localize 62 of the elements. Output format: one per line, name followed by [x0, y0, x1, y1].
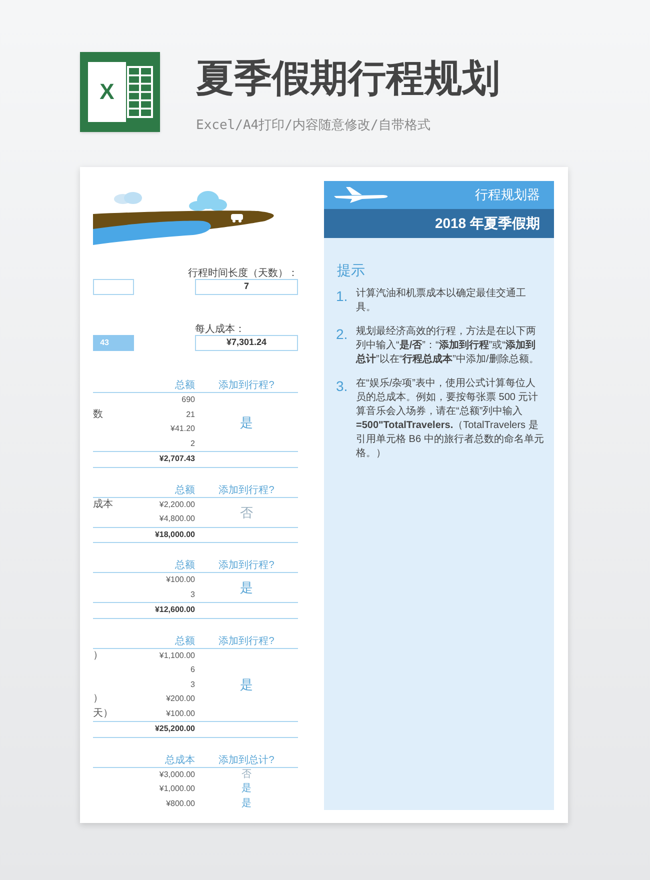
app-title: 行程规划器: [475, 186, 540, 204]
row-value: ¥2,200.00: [159, 500, 195, 509]
row-value: ¥800.00: [166, 800, 195, 808]
field-value: 43: [100, 339, 109, 347]
side-field[interactable]: [93, 279, 134, 295]
row-value: 6: [190, 666, 195, 674]
column-header: 添加到行程?: [218, 486, 274, 496]
total-value: ¥2,707.43: [159, 455, 195, 464]
row-value: ¥1,100.00: [159, 652, 195, 660]
total-value: ¥25,200.00: [154, 725, 195, 734]
row-value: 2: [190, 440, 195, 448]
decision-value[interactable]: 是: [240, 678, 253, 692]
column-header: 添加到总计?: [218, 756, 274, 766]
trip-title: 2018 年夏季假期: [434, 214, 540, 233]
row-value: ¥4,800.00: [159, 515, 195, 524]
decision-value[interactable]: 否: [240, 506, 253, 518]
tip-text: 在“娱乐/杂项”表中，使用公式计算每位人员的总成本。例如，要按每张票 500 元计算音乐会入场券，请在“总额”列中输入 =500"TotalTravelers.（TotalTravelers 是引用单元格 B6 中的旅行者总数的命名单元格。）: [356, 377, 544, 461]
row-label: ）: [93, 650, 103, 661]
row-label: ）: [93, 693, 103, 704]
column-header: 总额: [175, 486, 195, 496]
decision-value[interactable]: 是: [242, 798, 252, 809]
row-value: ¥41.20: [170, 425, 195, 434]
side-field[interactable]: 43: [93, 335, 134, 351]
tip-text: 计算汽油和机票成本以确定最佳交通工具。: [356, 287, 527, 315]
logo-letter: X: [88, 62, 126, 122]
tip-number: 2.: [336, 327, 349, 344]
column-header: 添加到行程?: [218, 636, 274, 648]
grid-icon: [127, 66, 153, 118]
field-label: 行程时间长度（天数）：: [188, 269, 298, 279]
row-label: 成本: [93, 498, 113, 510]
row-value: 690: [182, 396, 195, 404]
total-value: ¥12,600.00: [154, 606, 195, 614]
page-subtitle: Excel/A4打印/内容随意修改/自带格式: [196, 117, 432, 135]
page-title: 夏季假期行程规划: [196, 60, 500, 98]
tip-number: 3.: [336, 379, 349, 396]
column-header: 添加到行程?: [218, 561, 274, 572]
row-value: ¥1,000.00: [159, 785, 195, 794]
tip-text: 规划最经济高效的行程，方法是在以下两列中输入“是/否”：“添加到行程”或“添加到总计”以在“行程总成本”中添加/删除总额。: [356, 325, 540, 367]
column-header: 添加到行程?: [218, 381, 274, 392]
field-label: 每人成本：: [195, 325, 245, 335]
row-value: 3: [190, 590, 195, 599]
row-value: 3: [190, 680, 195, 689]
decision-value[interactable]: 是: [240, 581, 253, 594]
value-field[interactable]: 7: [195, 279, 298, 295]
total-value: ¥18,000.00: [154, 530, 195, 539]
decision-value[interactable]: 否: [242, 770, 252, 780]
decision-value[interactable]: 是: [240, 416, 253, 428]
row-value: ¥3,000.00: [159, 770, 195, 779]
row-value: 21: [186, 410, 195, 419]
row-label: 天）: [93, 708, 113, 719]
row-value: ¥100.00: [166, 710, 195, 718]
column-header: 总额: [175, 636, 195, 648]
column-header: 总额: [175, 561, 195, 572]
row-value: ¥100.00: [166, 576, 195, 584]
row-label: 数: [93, 408, 103, 420]
column-header: 总额: [175, 381, 195, 392]
decision-value[interactable]: 是: [242, 784, 252, 794]
column-header: 总成本: [165, 756, 195, 766]
tips-heading: 提示: [337, 263, 366, 277]
tip-number: 1.: [336, 289, 349, 306]
value-field[interactable]: ¥7,301.24: [195, 335, 298, 351]
row-value: ¥200.00: [166, 695, 195, 704]
